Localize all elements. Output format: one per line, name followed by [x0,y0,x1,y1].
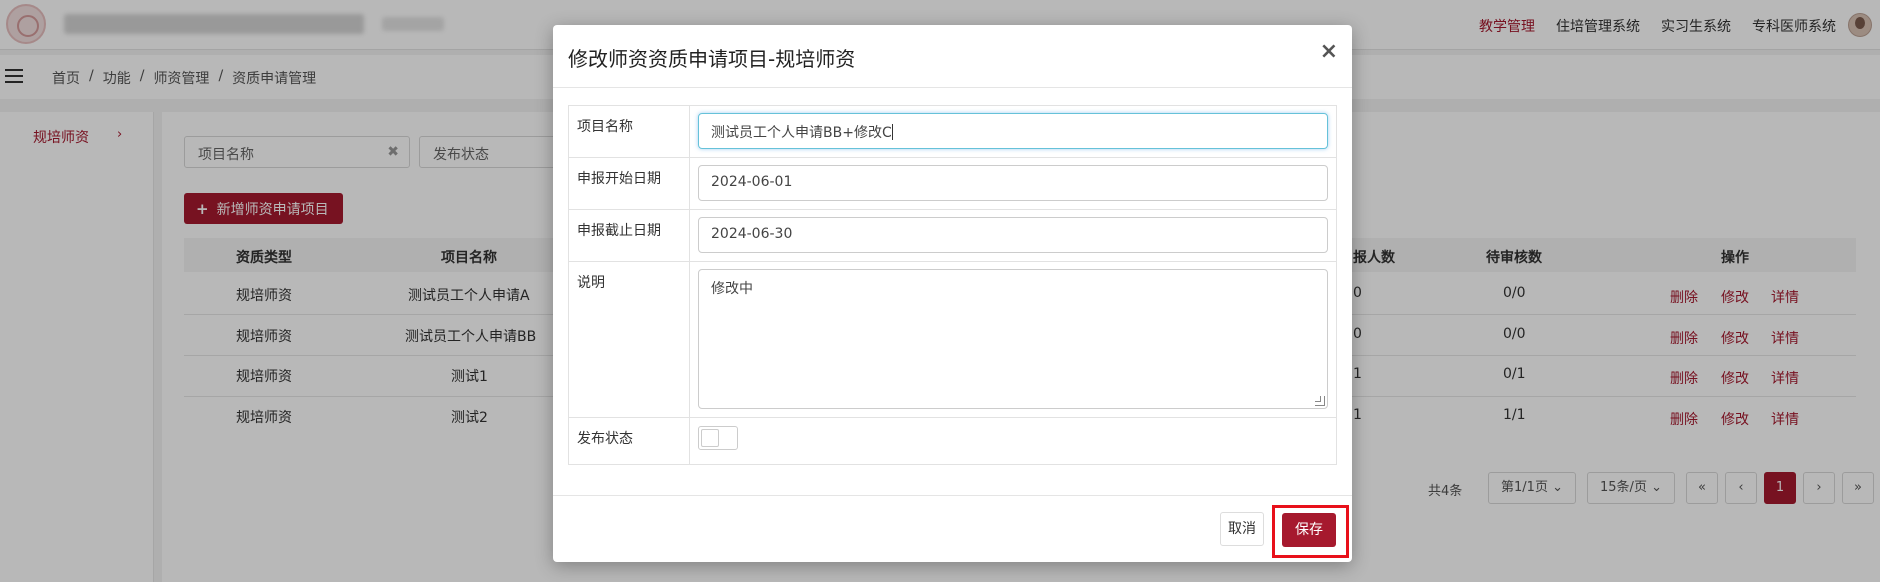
cancel-button[interactable]: 取消 [1220,512,1264,546]
edit-form: 项目名称 测试员工个人申请BB+修改C 申报开始日期 2024-06-01 申报… [568,105,1337,465]
form-row-start: 申报开始日期 2024-06-01 [569,158,1336,210]
form-row-desc: 说明 修改中 [569,262,1336,418]
toggle-knob [701,429,719,447]
end-date-input[interactable]: 2024-06-30 [698,217,1328,253]
resize-handle-icon[interactable] [1315,396,1325,406]
form-row-status: 发布状态 [569,418,1336,464]
project-name-input[interactable]: 测试员工个人申请BB+修改C [698,113,1328,149]
modal-title: 修改师资资质申请项目-规培师资 [568,47,856,71]
description-label: 说明 [569,262,690,417]
description-textarea[interactable]: 修改中 [698,269,1328,409]
end-date-label: 申报截止日期 [569,210,690,261]
modal-header-divider [553,87,1352,88]
start-date-input[interactable]: 2024-06-01 [698,165,1328,201]
project-name-value: 测试员工个人申请BB+修改C [711,125,892,141]
description-value: 修改中 [711,281,753,297]
edit-project-modal: 修改师资资质申请项目-规培师资 × 项目名称 测试员工个人申请BB+修改C 申报… [553,25,1352,562]
save-button[interactable]: 保存 [1282,513,1336,547]
status-label: 发布状态 [569,418,690,464]
text-cursor [891,124,893,140]
modal-footer-divider [553,495,1352,496]
start-date-label: 申报开始日期 [569,158,690,209]
publish-status-toggle[interactable] [698,426,738,450]
form-row-end: 申报截止日期 2024-06-30 [569,210,1336,262]
form-row-name: 项目名称 测试员工个人申请BB+修改C [569,106,1336,158]
close-icon[interactable]: × [1320,39,1338,64]
name-label: 项目名称 [569,106,690,157]
